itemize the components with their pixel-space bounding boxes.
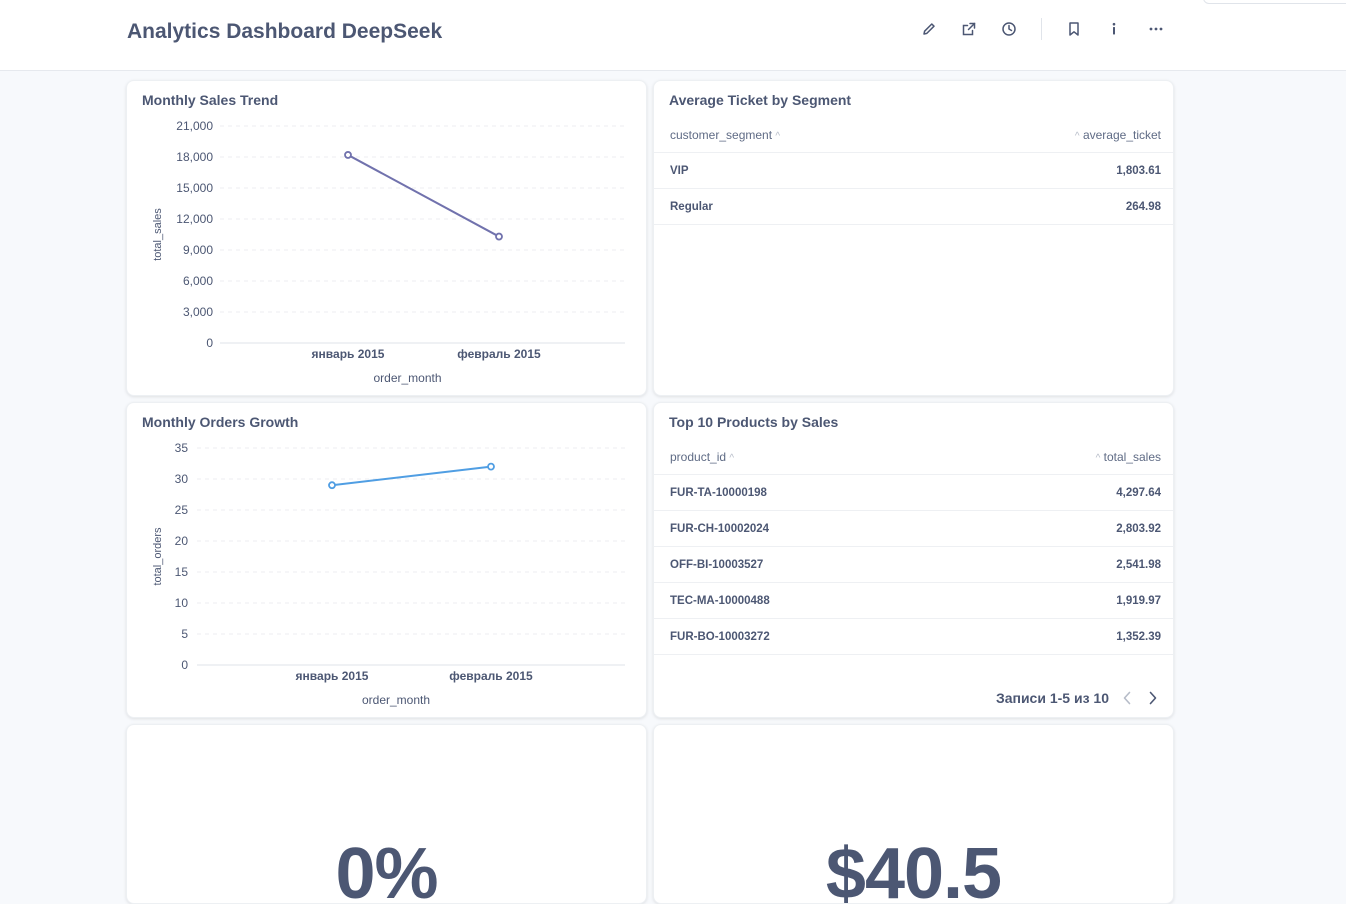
next-page-button[interactable]	[1145, 688, 1161, 708]
info-icon[interactable]	[1103, 18, 1125, 40]
search-box[interactable]	[1203, 0, 1346, 4]
x-tick-label: январь 2015	[296, 669, 369, 683]
y-tick-label: 21,000	[176, 119, 213, 133]
product-id-cell: FUR-BO-10003272	[670, 631, 770, 643]
table-row: FUR-CH-10002024 2,803.92	[654, 511, 1173, 547]
product-id-cell: FUR-CH-10002024	[670, 523, 770, 535]
y-tick-label: 30	[175, 472, 189, 486]
avg-ticket-table: customer_segment ^ ^ average_ticket VIP …	[654, 117, 1173, 225]
dashboard-header: Analytics Dashboard DeepSeek	[0, 0, 1346, 71]
x-tick-label: январь 2015	[312, 347, 385, 361]
segment-cell: Regular	[670, 201, 713, 213]
product-id-cell: TEC-MA-10000488	[670, 595, 770, 607]
data-point	[495, 232, 503, 241]
orders-growth-chart: 0 5 10 15 20 25 30 35 январь 2015 февраль 2015 ord…	[152, 441, 625, 707]
segment-cell: VIP	[670, 165, 689, 177]
card-title: Top 10 Products by Sales	[669, 414, 839, 430]
kpi-card-right: $40.5	[653, 724, 1174, 904]
sort-caret-icon: ^	[1095, 453, 1101, 464]
sales-trend-chart: 0 3,000 6,000 9,000 12,000 15,000 18,000 21,000…	[152, 119, 625, 385]
y-tick-label: 0	[206, 336, 213, 350]
top-products-table: product_id ^ ^ total_sales FUR-TA-100001…	[654, 439, 1173, 655]
y-tick-label: 15,000	[176, 181, 213, 195]
y-tick-label: 9,000	[183, 243, 213, 257]
table-header: customer_segment ^ ^ average_ticket	[654, 117, 1173, 153]
more-icon[interactable]	[1145, 18, 1167, 40]
total-sales-cell: 1,352.39	[1116, 631, 1161, 643]
orders-growth-card: Monthly Orders Growth 0 5 10 15 20 25 30 35 янва…	[126, 402, 647, 718]
average-ticket-cell: 264.98	[1125, 201, 1161, 213]
card-title: Average Ticket by Segment	[669, 92, 852, 108]
y-tick-label: 10	[175, 596, 189, 610]
total-sales-cell: 2,803.92	[1116, 523, 1161, 535]
table-row: FUR-TA-10000198 4,297.64	[654, 475, 1173, 511]
y-tick-label: 3,000	[183, 305, 213, 319]
kpi-card-left: 0%	[126, 724, 647, 904]
y-tick-label: 20	[175, 534, 189, 548]
y-axis-label: total_orders	[152, 527, 164, 586]
x-axis-label: order_month	[362, 693, 430, 707]
product-id-cell: OFF-BI-10003527	[670, 559, 764, 571]
previous-page-button[interactable]	[1119, 688, 1135, 708]
table-row: Regular 264.98	[654, 189, 1173, 225]
data-point	[487, 462, 495, 471]
x-tick-label: февраль 2015	[449, 669, 533, 683]
kpi-value: 0%	[335, 834, 438, 904]
average-ticket-cell: 1,803.61	[1116, 165, 1161, 177]
pagination: Записи 1-5 из 10	[996, 688, 1161, 708]
column-header-customer-segment[interactable]: customer_segment ^	[670, 117, 780, 155]
column-header-total-sales[interactable]: ^ total_sales	[1096, 439, 1161, 477]
clock-icon[interactable]	[998, 18, 1020, 40]
y-tick-label: 5	[181, 627, 188, 641]
total-sales-cell: 1,919.97	[1116, 595, 1161, 607]
x-tick-label: февраль 2015	[457, 347, 541, 361]
share-icon[interactable]	[958, 18, 980, 40]
sort-caret-icon: ^	[775, 131, 781, 142]
table-row: FUR-BO-10003272 1,352.39	[654, 619, 1173, 655]
top-products-card: Top 10 Products by Sales product_id ^ ^ …	[653, 402, 1174, 718]
bookmark-icon[interactable]	[1063, 18, 1085, 40]
kpi-value: $40.5	[825, 834, 1002, 904]
avg-ticket-card: Average Ticket by Segment customer_segme…	[653, 80, 1174, 396]
data-point	[344, 151, 352, 159]
y-tick-label: 12,000	[176, 212, 213, 226]
table-row: OFF-BI-10003527 2,541.98	[654, 547, 1173, 583]
y-tick-label: 0	[181, 658, 188, 672]
total-sales-cell: 2,541.98	[1116, 559, 1161, 571]
table-row: TEC-MA-10000488 1,919.97	[654, 583, 1173, 619]
y-axis-label: total_sales	[152, 208, 164, 261]
y-tick-label: 35	[175, 441, 189, 455]
chevron-right-icon	[1149, 691, 1157, 705]
series-line	[331, 465, 492, 487]
toolbar-separator	[1041, 18, 1042, 40]
data-point	[328, 481, 336, 490]
y-tick-label: 18,000	[176, 150, 213, 164]
table-header: product_id ^ ^ total_sales	[654, 439, 1173, 475]
page-title: Analytics Dashboard DeepSeek	[127, 20, 443, 43]
chevron-left-icon	[1123, 691, 1131, 705]
product-id-cell: FUR-TA-10000198	[670, 487, 767, 499]
column-header-average-ticket[interactable]: ^ average_ticket	[1075, 117, 1161, 155]
sort-caret-icon: ^	[1074, 131, 1080, 142]
column-header-product-id[interactable]: product_id ^	[670, 439, 734, 477]
x-axis-label: order_month	[373, 371, 441, 385]
sales-trend-card: Monthly Sales Trend 0 3,000 6,000 9,000 12,0…	[126, 80, 647, 396]
pagination-label: Записи 1-5 из 10	[995, 690, 1109, 706]
series-line	[347, 154, 500, 238]
y-tick-label: 15	[175, 565, 189, 579]
y-tick-label: 25	[175, 503, 189, 517]
sort-caret-icon: ^	[729, 453, 735, 464]
pencil-icon[interactable]	[918, 18, 940, 40]
y-tick-label: 6,000	[183, 274, 213, 288]
table-row: VIP 1,803.61	[654, 153, 1173, 189]
total-sales-cell: 4,297.64	[1116, 487, 1161, 499]
